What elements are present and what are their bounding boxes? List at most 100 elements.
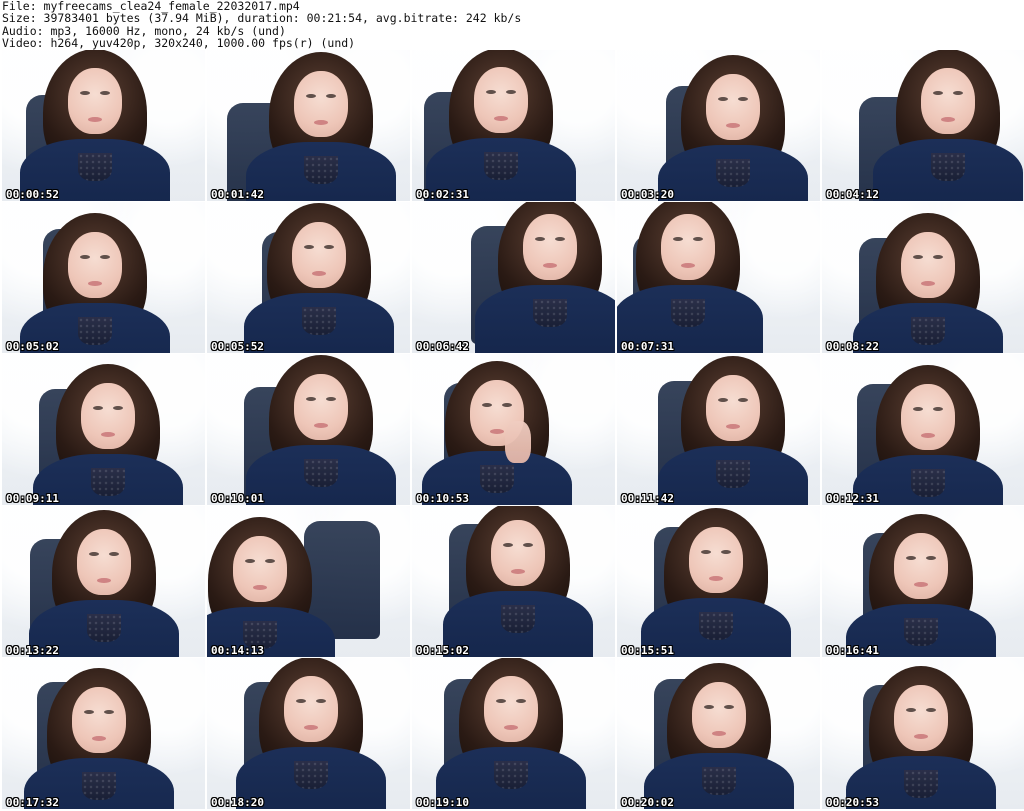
timestamp-label: 00:00:52: [6, 188, 59, 201]
lips: [490, 429, 504, 434]
left-eye: [535, 237, 545, 241]
video-thumbnail: 00:05:02: [2, 202, 205, 353]
right-eye: [326, 397, 336, 401]
left-eye: [296, 699, 306, 703]
face: [77, 529, 131, 595]
left-eye: [80, 91, 90, 95]
right-eye: [933, 255, 943, 259]
timestamp-label: 00:09:11: [6, 492, 59, 505]
lace-neckline: [87, 614, 121, 642]
lace-neckline: [671, 299, 705, 327]
right-eye: [523, 543, 533, 547]
lips: [712, 731, 726, 736]
right-eye: [738, 97, 748, 101]
video-thumbnail: 00:08:22: [822, 202, 1024, 353]
timestamp-label: 00:10:01: [211, 492, 264, 505]
lace-neckline: [911, 317, 945, 345]
right-eye: [506, 90, 516, 94]
thumbnail-grid: 00:00:52 00:01:42 00:02:31 00:03:20 00:04:12…: [0, 50, 1024, 811]
lace-neckline: [699, 612, 733, 640]
left-eye: [93, 406, 103, 410]
left-eye: [245, 559, 255, 563]
face: [706, 74, 760, 140]
left-eye: [906, 708, 916, 712]
lips: [511, 569, 525, 574]
right-eye: [738, 398, 748, 402]
video-thumbnail: 00:15:02: [412, 506, 615, 657]
left-eye: [933, 91, 943, 95]
timestamp-label: 00:16:41: [826, 644, 879, 657]
lace-neckline: [931, 153, 965, 181]
lips: [709, 576, 723, 581]
lace-neckline: [294, 761, 328, 789]
right-eye: [316, 699, 326, 703]
lips: [914, 734, 928, 739]
face: [68, 68, 122, 134]
video-thumbnail: 00:16:41: [822, 506, 1024, 657]
lips: [92, 736, 106, 741]
timestamp-label: 00:10:53: [416, 492, 469, 505]
video-thumbnail: 00:05:52: [207, 202, 410, 353]
timestamp-label: 00:05:52: [211, 340, 264, 353]
video-thumbnail: 00:10:01: [207, 354, 410, 505]
lace-neckline: [91, 468, 125, 496]
lace-neckline: [904, 618, 938, 646]
video-thumbnail: 00:09:11: [2, 354, 205, 505]
video-thumbnail: 00:12:31: [822, 354, 1024, 505]
lips: [304, 725, 318, 730]
face: [474, 67, 528, 133]
lace-neckline: [484, 152, 518, 180]
video-thumbnail: 00:19:10: [412, 658, 615, 809]
right-eye: [926, 708, 936, 712]
lace-neckline: [716, 159, 750, 187]
timestamp-label: 00:08:22: [826, 340, 879, 353]
face: [72, 687, 126, 753]
timestamp-label: 00:18:20: [211, 796, 264, 809]
face: [921, 68, 975, 134]
left-eye: [503, 543, 513, 547]
lace-neckline: [82, 772, 116, 800]
face: [706, 375, 760, 441]
timestamp-label: 00:17:32: [6, 796, 59, 809]
left-eye: [718, 398, 728, 402]
video-thumbnail: 00:20:02: [617, 658, 820, 809]
face: [661, 214, 715, 280]
lace-neckline: [304, 459, 338, 487]
left-eye: [704, 705, 714, 709]
face: [894, 685, 948, 751]
lace-neckline: [78, 153, 112, 181]
timestamp-label: 00:06:42: [416, 340, 469, 353]
left-eye: [701, 550, 711, 554]
timestamp-label: 00:12:31: [826, 492, 879, 505]
right-eye: [516, 699, 526, 703]
left-eye: [486, 90, 496, 94]
left-eye: [84, 710, 94, 714]
lace-neckline: [494, 761, 528, 789]
right-eye: [326, 94, 336, 98]
lips: [941, 117, 955, 122]
lips: [97, 578, 111, 583]
video-thumbnail: 00:10:53: [412, 354, 615, 505]
timestamp-label: 00:11:42: [621, 492, 674, 505]
lips: [101, 432, 115, 437]
face: [894, 533, 948, 599]
face: [68, 232, 122, 298]
left-eye: [482, 403, 492, 407]
timestamp-label: 00:01:42: [211, 188, 264, 201]
lips: [314, 423, 328, 428]
face: [292, 222, 346, 288]
video-info-header: File: myfreecams_clea24_female_22032017.…: [2, 0, 1020, 50]
face: [294, 374, 348, 440]
video-thumbnail: 00:20:53: [822, 658, 1024, 809]
right-eye: [724, 705, 734, 709]
right-eye: [953, 91, 963, 95]
lace-neckline: [702, 767, 736, 795]
timestamp-label: 00:02:31: [416, 188, 469, 201]
video-thumbnail: 00:06:42: [412, 202, 615, 353]
timestamp-label: 00:19:10: [416, 796, 469, 809]
face: [689, 527, 743, 593]
lips: [88, 281, 102, 286]
lips: [88, 117, 102, 122]
right-eye: [265, 559, 275, 563]
lips: [726, 123, 740, 128]
